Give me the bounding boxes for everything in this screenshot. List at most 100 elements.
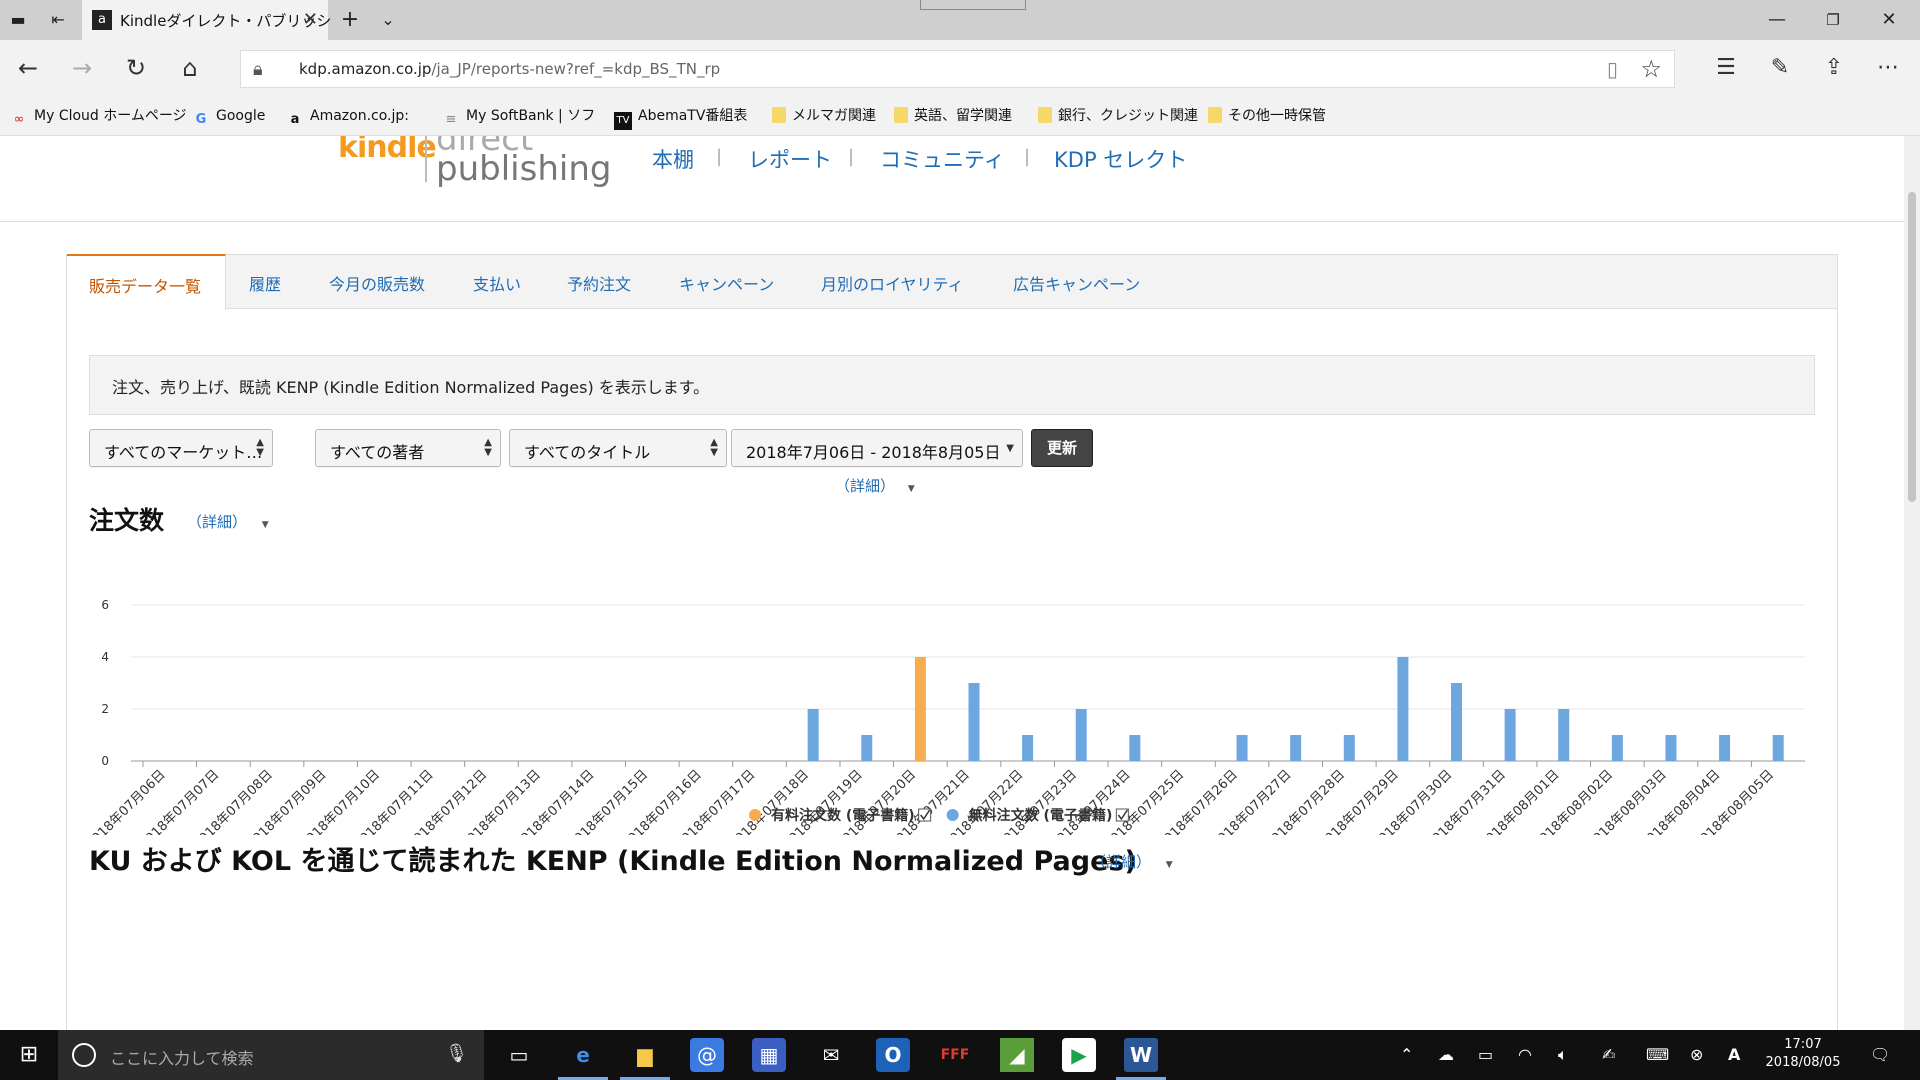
date-range-select[interactable]: 2018年7月06日 - 2018年8月05日 ▼	[731, 429, 1023, 467]
tab-ad-campaigns[interactable]: 広告キャンペーン	[1013, 271, 1140, 295]
orders-detail-link[interactable]: （詳細） ▼	[187, 511, 269, 532]
ftp-app-icon[interactable]: FFF	[938, 1038, 972, 1072]
page-scrollbar[interactable]	[1904, 136, 1920, 1030]
favorite-star-icon[interactable]: ☆	[1640, 55, 1662, 83]
marketplace-select[interactable]: すべてのマーケット… ▲ ▼	[89, 429, 273, 467]
web-note-icon[interactable]: ✎	[1760, 50, 1800, 86]
nav-community[interactable]: コミュニティ	[880, 144, 1005, 174]
tab-preview-chevron-icon[interactable]: ⌄	[378, 10, 398, 30]
nav-reports[interactable]: レポート	[748, 144, 832, 174]
google-icon: G	[195, 112, 207, 127]
kdp-logo-kindle[interactable]: kindle	[338, 136, 437, 165]
more-menu-icon[interactable]: ⋯	[1868, 50, 1908, 86]
favorite-my-softbank[interactable]: ≡ My SoftBank | ソフ	[442, 106, 596, 127]
edge-browser-icon[interactable]: e	[558, 1038, 608, 1080]
info-text: 注文、売り上げ、既読 KENP (Kindle Edition Normaliz…	[112, 378, 710, 397]
media-player-icon[interactable]: ▶	[1062, 1038, 1096, 1072]
file-explorer-icon[interactable]: ▆	[620, 1038, 670, 1080]
report-tabs: 販売データ一覧 履歴 今月の販売数 支払い 予約注文 キャンペーン 月別のロイヤ…	[67, 254, 1837, 310]
share-icon[interactable]: ⇪	[1814, 50, 1854, 86]
favorite-google[interactable]: G Google	[192, 106, 266, 127]
title-select[interactable]: すべてのタイトル ▲ ▼	[509, 429, 727, 467]
scrollbar-thumb[interactable]	[1908, 192, 1916, 502]
tab-menu-icon[interactable]: ▬	[8, 10, 28, 30]
window-drag-handle[interactable]	[920, 0, 1026, 10]
favorite-abematv[interactable]: TV AbemaTV番組表	[614, 106, 747, 130]
lock-icon: 🔒︎	[253, 59, 263, 80]
tab-preorders[interactable]: 予約注文	[567, 271, 631, 295]
bar	[1772, 735, 1784, 761]
calculator-app-icon[interactable]: ▦	[752, 1038, 786, 1072]
browser-tab[interactable]: a Kindleダイレクト・パブリッシ ✕	[82, 0, 331, 40]
volume-icon[interactable]: 🔈︎	[1558, 1045, 1568, 1065]
legend-label: 無料注文数 (電子書籍)	[969, 807, 1113, 824]
onedrive-icon[interactable]: ☁	[1438, 1045, 1454, 1064]
orders-chart: 02462018年07月06日2018年07月07日2018年07月08日201…	[84, 598, 1805, 835]
start-button[interactable]: ⊞	[0, 1030, 58, 1080]
folder-icon	[1038, 107, 1052, 123]
clock-date: 2018/08/05	[1765, 1055, 1841, 1070]
close-tab-icon[interactable]: ✕	[303, 9, 318, 30]
bar	[1719, 735, 1731, 761]
system-clock[interactable]: 17:07 2018/08/05	[1758, 1036, 1848, 1072]
kdp-logo-text[interactable]: direct publishing	[436, 136, 611, 186]
favorite-my-cloud[interactable]: ∞ My Cloud ホームページ	[10, 106, 187, 127]
tab-month-to-date[interactable]: 今月の販売数	[329, 271, 425, 295]
refresh-button[interactable]: ↻	[118, 50, 154, 86]
tab-history[interactable]: 履歴	[249, 271, 281, 295]
y-tick-label: 0	[101, 754, 109, 768]
nav-separator: |	[716, 146, 723, 167]
set-aside-tabs-icon[interactable]: ⇤	[48, 10, 68, 30]
battery-icon[interactable]: ▭	[1478, 1045, 1493, 1064]
home-button[interactable]: ⌂	[172, 50, 208, 86]
tv-icon: TV	[614, 112, 632, 130]
image-editor-icon[interactable]: ◢	[1000, 1038, 1034, 1072]
action-center-icon[interactable]: 🗨︎	[1870, 1045, 1890, 1064]
cortana-icon	[72, 1043, 96, 1067]
info-box: 注文、売り上げ、既読 KENP (Kindle Edition Normaliz…	[89, 355, 1815, 415]
date-detail-link[interactable]: （詳細） ▼	[835, 475, 915, 496]
favorites-bar: ∞ My Cloud ホームページ G Google a Amazon.co.jp: …	[0, 96, 1920, 136]
mail-envelope-icon[interactable]: ✉	[814, 1038, 848, 1072]
update-button[interactable]: 更新	[1031, 429, 1093, 467]
favorite-folder-english[interactable]: 英語、留学関連	[894, 106, 1012, 126]
taskbar-search[interactable]: ここに入力して検索 🎙︎	[58, 1030, 484, 1080]
author-select[interactable]: すべての著者 ▲ ▼	[315, 429, 501, 467]
back-button[interactable]: ←	[10, 50, 46, 86]
ime-off-icon[interactable]: ⊗	[1690, 1045, 1703, 1064]
nav-bookshelf[interactable]: 本棚	[652, 144, 694, 174]
tab-payments[interactable]: 支払い	[473, 271, 521, 295]
favorite-folder-misc[interactable]: その他一時保管	[1208, 106, 1326, 126]
microphone-icon[interactable]: 🎙︎	[445, 1043, 468, 1064]
forward-button[interactable]: →	[64, 50, 100, 86]
close-window-button[interactable]: ✕	[1866, 6, 1912, 34]
favorites-hub-icon[interactable]: ☰	[1706, 50, 1746, 86]
mail-app-icon[interactable]: @	[690, 1038, 724, 1072]
tab-sales-dashboard[interactable]: 販売データ一覧	[67, 254, 226, 310]
reading-view-icon[interactable]: ▯	[1607, 57, 1618, 81]
wifi-icon[interactable]: ◠	[1518, 1045, 1532, 1064]
tab-monthly-royalty[interactable]: 月別のロイヤリティ	[821, 271, 964, 295]
address-bar[interactable]: 🔒︎ kdp.amazon.co.jp/ja_JP/reports-new?re…	[240, 50, 1675, 88]
word-icon[interactable]: W	[1116, 1038, 1166, 1080]
tray-overflow-icon[interactable]: ⌃	[1400, 1045, 1413, 1064]
select-arrows-icon: ▲ ▼	[710, 437, 718, 458]
keyboard-icon[interactable]: ⌨	[1646, 1045, 1669, 1064]
minimize-button[interactable]: —	[1754, 6, 1800, 34]
favorite-folder-bank[interactable]: 銀行、クレジット関連	[1038, 106, 1198, 126]
bar	[1665, 735, 1677, 761]
tab-campaigns[interactable]: キャンペーン	[679, 271, 774, 295]
favorite-amazon[interactable]: a Amazon.co.jp:	[286, 106, 409, 127]
outlook-icon[interactable]: O	[876, 1038, 910, 1072]
new-tab-icon[interactable]: +	[340, 9, 360, 31]
bar	[1129, 735, 1141, 761]
ime-mode-icon[interactable]: A	[1728, 1045, 1740, 1064]
pen-icon[interactable]: ✍	[1602, 1045, 1615, 1064]
restore-button[interactable]: ❐	[1810, 6, 1856, 34]
dropdown-caret-icon: ▼	[1006, 443, 1014, 454]
kenp-detail-link[interactable]: （詳細） ▼	[1091, 851, 1173, 872]
nav-kdp-select[interactable]: KDP セレクト	[1054, 144, 1187, 174]
task-view-icon[interactable]: ▭	[502, 1038, 536, 1072]
folder-icon	[894, 107, 908, 123]
favorite-folder-mailmag[interactable]: メルマガ関連	[772, 106, 876, 126]
